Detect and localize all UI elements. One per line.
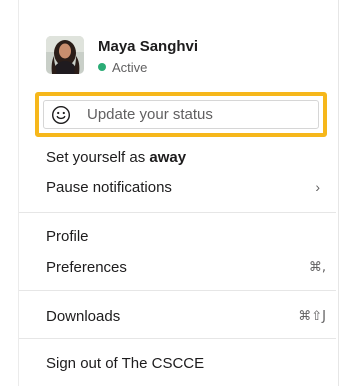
presence-label: Active (112, 59, 148, 75)
presence-dot-icon (98, 63, 106, 71)
update-status-label: Update your status (87, 106, 213, 123)
avatar[interactable] (46, 36, 84, 74)
user-menu: Maya Sanghvi Active Update your status S… (0, 0, 339, 386)
user-header: Maya Sanghvi Active (46, 36, 326, 76)
pause-notifications-label: Pause notifications (46, 178, 172, 196)
downloads-item[interactable]: Downloads ⌘⇧J (46, 305, 326, 327)
divider (19, 212, 336, 213)
set-away-item[interactable]: Set yourself as away (46, 146, 326, 168)
user-name: Maya Sanghvi (98, 38, 199, 55)
presence-indicator: Active (98, 59, 147, 75)
sign-out-label: Sign out of The CSCCE (46, 354, 205, 372)
profile-label: Profile (46, 227, 89, 245)
divider (19, 338, 336, 339)
preferences-label: Preferences (46, 258, 127, 276)
set-away-bold: away (149, 148, 187, 166)
smile-icon (51, 105, 71, 124)
divider (19, 290, 336, 291)
set-away-prefix: Set yourself as (46, 148, 150, 166)
status-highlight: Update your status (35, 92, 327, 137)
downloads-label: Downloads (46, 307, 121, 325)
chevron-right-icon: › (315, 179, 320, 195)
pause-notifications-item[interactable]: Pause notifications › (46, 176, 326, 198)
update-status-button[interactable]: Update your status (43, 100, 319, 129)
profile-item[interactable]: Profile (46, 225, 326, 247)
avatar-photo (46, 36, 84, 74)
sign-out-item[interactable]: Sign out of The CSCCE (46, 352, 326, 374)
preferences-shortcut: ⌘, (308, 259, 326, 275)
set-away-label: Set yourself as away (46, 149, 186, 166)
menu-left-border (18, 0, 19, 386)
preferences-item[interactable]: Preferences ⌘, (46, 256, 326, 278)
downloads-shortcut: ⌘⇧J (298, 308, 326, 324)
